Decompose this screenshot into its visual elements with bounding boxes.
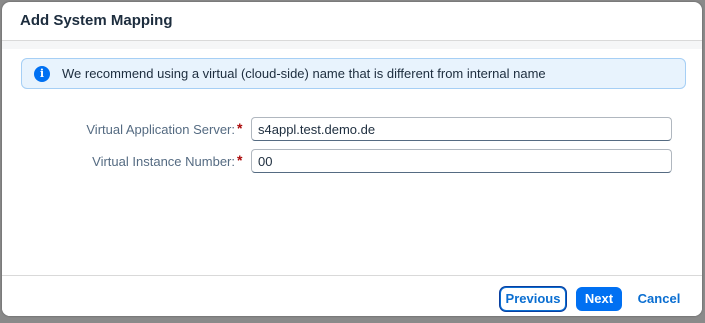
required-marker: * [237,120,243,136]
required-marker: * [237,152,243,168]
virtual-instance-number-label: Virtual Instance Number: [92,154,235,169]
virtual-instance-number-input[interactable] [251,149,672,173]
previous-button[interactable]: Previous [500,287,566,311]
dialog-footer: Previous Next Cancel [2,275,702,316]
virtual-application-server-input[interactable] [251,117,672,141]
dialog-header: Add System Mapping [2,2,702,41]
add-system-mapping-dialog: Add System Mapping i We recommend using … [2,2,702,316]
next-button[interactable]: Next [576,287,622,311]
cancel-button[interactable]: Cancel [630,287,688,311]
header-divider-strip [2,41,702,49]
virtual-application-server-label: Virtual Application Server: [86,122,235,137]
info-message-strip: i We recommend using a virtual (cloud-si… [21,58,686,89]
info-icon: i [34,66,50,82]
dialog-title: Add System Mapping [20,12,173,29]
info-message-text: We recommend using a virtual (cloud-side… [62,66,546,81]
